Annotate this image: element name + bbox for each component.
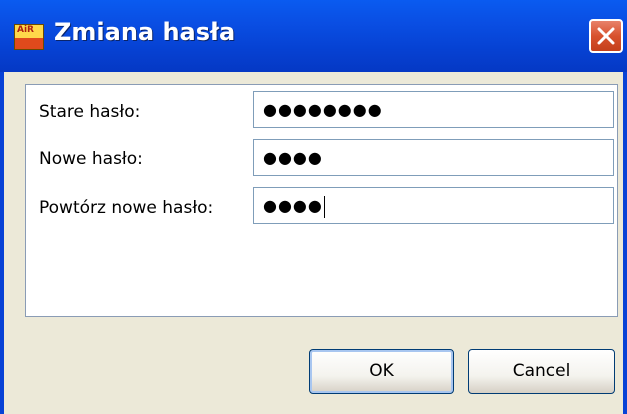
close-icon <box>597 27 615 45</box>
old-password-field[interactable]: ●●●●●●●● <box>253 91 614 128</box>
title-bar[interactable]: AiR Zmiana hasła <box>0 0 627 72</box>
ok-button[interactable]: OK <box>309 349 454 394</box>
new-password-value: ●●●● <box>263 148 323 167</box>
old-password-label: Stare hasło: <box>39 102 141 122</box>
old-password-value: ●●●●●●●● <box>263 100 383 119</box>
cancel-button[interactable]: Cancel <box>468 349 615 394</box>
new-password-field[interactable]: ●●●● <box>253 139 614 176</box>
text-caret <box>323 195 325 218</box>
window-title: Zmiana hasła <box>54 18 236 46</box>
repeat-password-label: Powtórz nowe hasło: <box>39 198 214 218</box>
app-icon: AiR <box>14 24 44 50</box>
change-password-dialog: AiR Zmiana hasła Stare hasło: ●●●●●●●● N… <box>0 0 627 414</box>
new-password-label: Nowe hasło: <box>39 149 143 169</box>
repeat-password-field[interactable]: ●●●● <box>253 187 614 224</box>
form-panel: Stare hasło: ●●●●●●●● Nowe hasło: ●●●● P… <box>25 84 618 317</box>
repeat-password-value: ●●●● <box>263 196 323 215</box>
app-icon-label: AiR <box>17 25 34 35</box>
close-button[interactable] <box>589 19 623 53</box>
